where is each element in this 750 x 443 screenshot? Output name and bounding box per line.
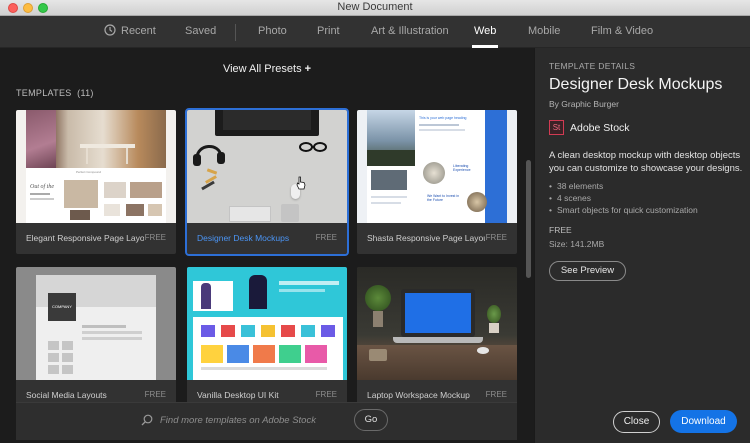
template-name: Social Media Layouts	[26, 390, 107, 400]
template-card-shasta[interactable]: This is your web page heading Liberating…	[357, 110, 517, 254]
template-price: FREE	[144, 390, 166, 399]
tab-film-video[interactable]: Film & Video	[591, 16, 653, 48]
feature-item: 4 scenes	[549, 192, 698, 204]
template-price: FREE	[485, 390, 507, 399]
template-thumbnail: Perfect Compound Out of the	[16, 110, 176, 223]
thumb-text: Liberating Experience	[453, 164, 471, 172]
template-price: FREE	[315, 390, 337, 399]
template-card-designer-desk[interactable]: Designer Desk Mockups FREE	[185, 108, 349, 256]
download-button[interactable]: Download	[670, 410, 737, 433]
tab-label: Recent	[121, 25, 156, 37]
templates-panel: View All Presets + TEMPLATES (11) Perfect…	[0, 48, 534, 443]
thumb-text: We Want to Invest in the Future	[427, 194, 460, 202]
close-button[interactable]: Close	[613, 411, 660, 433]
go-button[interactable]: Go	[354, 409, 388, 431]
tab-label: Saved	[185, 25, 217, 37]
details-author: By Graphic Burger	[549, 99, 619, 109]
template-price: FREE	[485, 233, 507, 242]
tab-saved[interactable]: Saved	[185, 16, 216, 48]
details-description: A clean desktop mockup with desktop obje…	[549, 150, 743, 174]
template-thumbnail: COMPANY	[16, 267, 176, 380]
templates-heading: TEMPLATES (11)	[16, 88, 94, 98]
adobe-stock-logo-icon: St	[549, 120, 564, 135]
view-all-presets-link[interactable]: View All Presets +	[0, 63, 534, 75]
stock-search-bar: Find more templates on Adobe Stock Go	[16, 402, 517, 440]
tab-print[interactable]: Print	[317, 16, 340, 48]
template-thumbnail	[187, 110, 347, 223]
template-name: Laptop Workspace Mockup	[367, 390, 470, 400]
tab-label: Web	[474, 25, 497, 37]
feature-item: 38 elements	[549, 180, 698, 192]
thumb-text: Out of the	[30, 184, 54, 190]
tab-art-illustration[interactable]: Art & Illustration	[371, 16, 449, 48]
template-name: Shasta Responsive Page Layout	[367, 233, 485, 243]
thumb-text: COMPANY	[48, 293, 76, 321]
clock-icon	[104, 24, 116, 36]
tab-photo[interactable]: Photo	[258, 16, 287, 48]
tab-web[interactable]: Web	[471, 16, 499, 48]
template-card-social-media[interactable]: COMPANY Social Media Layouts FREE	[16, 267, 176, 411]
details-price: FREE	[549, 225, 572, 235]
window-title: New Document	[337, 1, 413, 13]
new-document-dialog: New Document Recent Saved Photo Print Ar…	[0, 0, 750, 443]
see-preview-button[interactable]: See Preview	[549, 261, 626, 281]
template-thumbnail	[187, 267, 347, 380]
category-tab-bar: Recent Saved Photo Print Art & Illustrat…	[0, 16, 750, 48]
template-price: FREE	[144, 233, 166, 242]
title-bar: New Document	[0, 0, 750, 16]
templates-scrollbar[interactable]	[526, 160, 531, 278]
stock-search-input[interactable]: Find more templates on Adobe Stock	[160, 415, 316, 426]
template-card-vanilla-ui-kit[interactable]: Vanilla Desktop UI Kit FREE	[187, 267, 347, 411]
hand-cursor-icon	[296, 176, 306, 190]
details-title: Designer Desk Mockups	[549, 76, 723, 93]
plus-icon: +	[304, 63, 312, 75]
details-size: Size: 141.2MB	[549, 239, 605, 249]
tab-label: Photo	[258, 25, 287, 37]
view-all-presets-label: View All Presets	[222, 63, 302, 75]
details-section-label: TEMPLATE DETAILS	[549, 61, 636, 71]
template-card-elegant[interactable]: Perfect Compound Out of the Elegant Resp…	[16, 110, 176, 254]
templates-heading-label: TEMPLATES	[16, 88, 72, 98]
tab-label: Art & Illustration	[371, 25, 449, 37]
thumb-text: This is your web page heading	[419, 116, 467, 120]
template-thumbnail: This is your web page heading Liberating…	[357, 110, 517, 223]
template-thumbnail	[357, 267, 517, 380]
tab-label: Mobile	[528, 25, 561, 37]
template-price: FREE	[315, 233, 337, 242]
search-icon	[141, 414, 153, 426]
tab-recent[interactable]: Recent	[104, 16, 156, 48]
template-name: Vanilla Desktop UI Kit	[197, 390, 279, 400]
details-features-list: 38 elements 4 scenes Smart objects for q…	[549, 180, 698, 216]
templates-count: (11)	[77, 88, 94, 98]
template-card-laptop-workspace[interactable]: Laptop Workspace Mockup FREE	[357, 267, 517, 411]
thumb-text: Perfect Compound	[76, 170, 102, 174]
adobe-stock-label: Adobe Stock	[570, 122, 630, 134]
tab-label: Film & Video	[591, 25, 654, 37]
feature-item: Smart objects for quick customization	[549, 204, 698, 216]
tab-label: Print	[317, 25, 340, 37]
tab-divider	[235, 24, 236, 41]
template-name: Elegant Responsive Page Layout	[26, 233, 144, 243]
template-name: Designer Desk Mockups	[197, 233, 290, 243]
template-details-panel: TEMPLATE DETAILS Designer Desk Mockups B…	[534, 48, 750, 443]
tab-mobile[interactable]: Mobile	[528, 16, 560, 48]
